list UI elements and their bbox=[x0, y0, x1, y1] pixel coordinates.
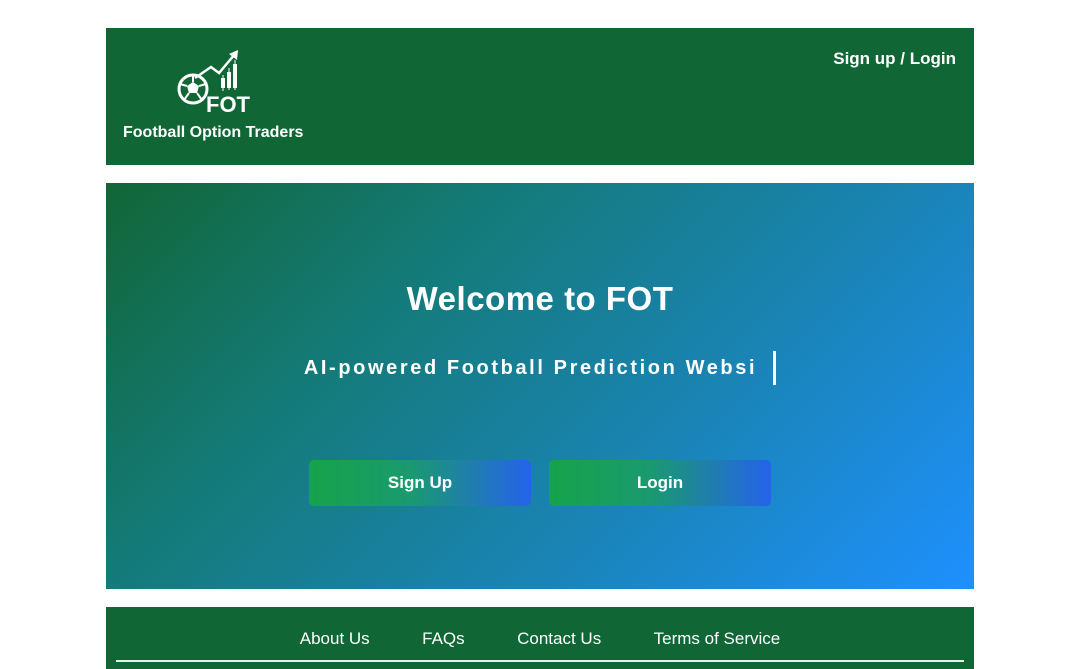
typing-caret bbox=[773, 351, 777, 385]
fot-logo-icon: FOT bbox=[177, 50, 251, 117]
site-header: FOT Football Option Traders Sign up / Lo… bbox=[106, 28, 974, 165]
signup-button[interactable]: Sign Up bbox=[309, 460, 531, 506]
brand[interactable]: FOT Football Option Traders bbox=[123, 48, 313, 148]
footer-link-about[interactable]: About Us bbox=[300, 629, 370, 649]
typing-tagline: AI-powered Football Prediction Websi bbox=[303, 356, 758, 379]
page: FOT Football Option Traders Sign up / Lo… bbox=[0, 0, 1079, 669]
footer-link-faqs[interactable]: FAQs bbox=[422, 629, 465, 649]
footer-divider bbox=[116, 660, 964, 662]
hero-banner: Welcome to FOT AI-powered Football Predi… bbox=[106, 183, 974, 589]
svg-text:FOT: FOT bbox=[206, 92, 251, 117]
hero-title: Welcome to FOT bbox=[406, 280, 674, 317]
typing-row: AI-powered Football Prediction Websi bbox=[106, 351, 974, 385]
footer-link-contact[interactable]: Contact Us bbox=[517, 629, 601, 649]
site-footer: About Us FAQs Contact Us Terms of Servic… bbox=[106, 607, 974, 669]
brand-name: Football Option Traders bbox=[123, 124, 304, 141]
footer-link-terms[interactable]: Terms of Service bbox=[654, 629, 781, 649]
footer-nav: About Us FAQs Contact Us Terms of Servic… bbox=[106, 629, 974, 649]
login-button[interactable]: Login bbox=[549, 460, 771, 506]
signup-login-link[interactable]: Sign up / Login bbox=[833, 49, 956, 69]
